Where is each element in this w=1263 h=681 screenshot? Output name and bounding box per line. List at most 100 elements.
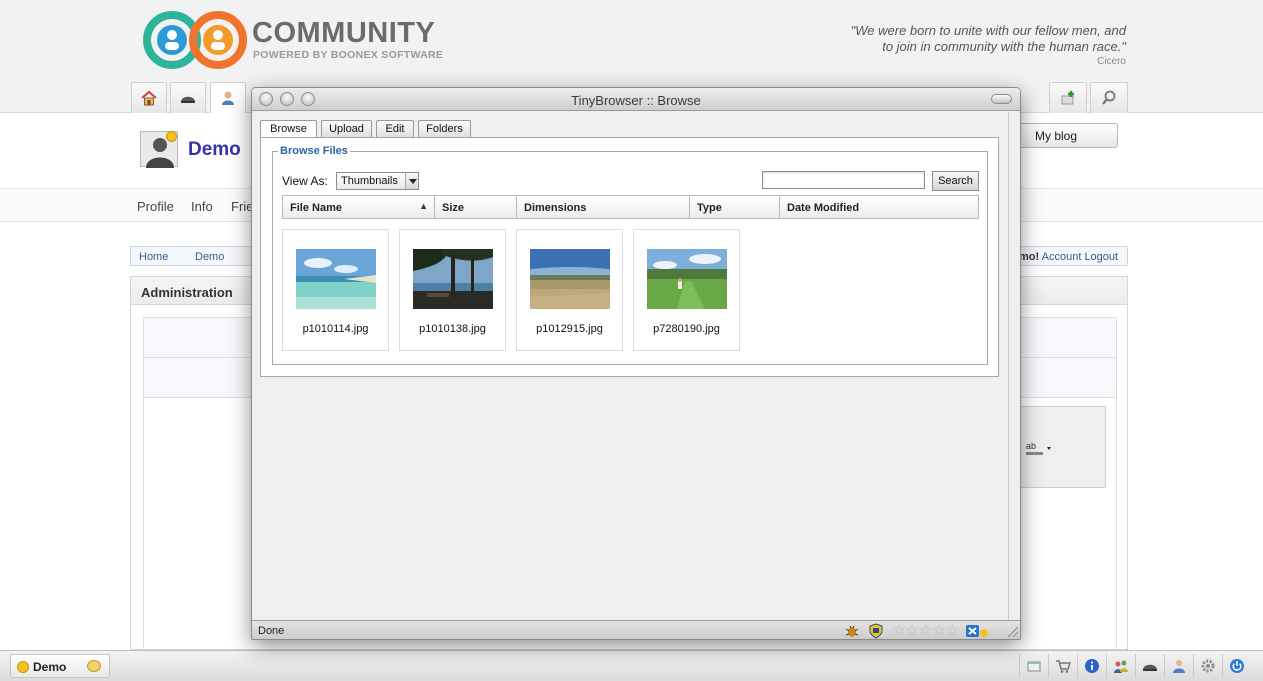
status-icons: ☆ ☆ ☆ ☆ ☆ (844, 623, 991, 639)
brand-name: COMMUNITY (252, 17, 436, 49)
home-icon (141, 90, 157, 106)
browse-files-legend: Browse Files (278, 145, 350, 157)
nav-tab-add[interactable] (1049, 82, 1087, 113)
thumbnail-image-beach (296, 249, 376, 309)
administration-title: Administration (141, 285, 233, 300)
chat-icon[interactable] (87, 660, 101, 672)
status-text: Done (258, 625, 285, 637)
bug-icon[interactable] (844, 623, 860, 639)
file-thumbnail[interactable]: p1012915.jpg (516, 229, 623, 351)
tray-helmet-button[interactable] (1135, 654, 1164, 678)
site-logo[interactable]: COMMUNITY POWERED BY BOONEX SOFTWARE (143, 11, 453, 71)
logout-link[interactable]: Logout (1084, 251, 1118, 263)
window-scrollbar[interactable] (1008, 112, 1020, 620)
thumbnail-image-pines (413, 249, 493, 309)
security-shield-icon[interactable] (868, 623, 884, 639)
tab-upload[interactable]: Upload (321, 120, 372, 138)
search-icon (1102, 90, 1116, 105)
online-status-icon (17, 661, 29, 673)
subnav-info[interactable]: Info (191, 199, 213, 214)
nav-tab-helmet[interactable] (170, 82, 206, 113)
search-input[interactable] (762, 171, 925, 189)
view-as-select[interactable]: Thumbnails (336, 172, 419, 190)
bottom-tray: Demo (0, 650, 1263, 681)
file-thumbnail[interactable]: p7280190.jpg (633, 229, 740, 351)
file-table-header: File Name ▲ Size Dimensions Type Date Mo… (282, 195, 979, 219)
profile-name[interactable]: Demo (188, 139, 241, 161)
window-titlebar[interactable]: TinyBrowser :: Browse (252, 88, 1020, 111)
window-icon (1027, 661, 1041, 672)
header-quote: "We were born to unite with our fellow m… (806, 23, 1126, 55)
info-icon (1085, 659, 1099, 673)
quote-line-2: to join in community with the human race… (882, 39, 1126, 54)
people-icon (1114, 660, 1128, 673)
rating-star-icon[interactable]: ☆ (919, 623, 932, 639)
account-bar: mo! Account Logout (1016, 246, 1128, 266)
rating-star-icon[interactable]: ☆ (892, 623, 905, 639)
search-button[interactable]: Search (932, 171, 979, 191)
tray-icons (1019, 654, 1251, 678)
tab-folders[interactable]: Folders (418, 120, 471, 138)
helmet-icon (181, 96, 195, 103)
window-statusbar: Done ☆ ☆ ☆ ☆ ☆ (252, 620, 1020, 639)
account-link[interactable]: Account (1042, 251, 1082, 263)
column-dimensions[interactable]: Dimensions (517, 196, 690, 218)
file-name: p1010138.jpg (419, 323, 486, 335)
helmet-icon (1143, 664, 1157, 671)
user-icon (1173, 660, 1185, 673)
breadcrumb-home[interactable]: Home (139, 251, 168, 263)
account-greeting: mo! (1019, 251, 1040, 263)
column-type[interactable]: Type (690, 196, 780, 218)
file-name: p1012915.jpg (536, 323, 603, 335)
tray-info-button[interactable] (1077, 654, 1106, 678)
nav-tab-profile[interactable] (210, 82, 246, 113)
editor-toolbar: ab (1020, 406, 1106, 488)
nav-tab-home[interactable] (131, 82, 167, 113)
rating-star-icon[interactable]: ☆ (946, 623, 959, 639)
file-thumbnail[interactable]: p1010114.jpg (282, 229, 389, 351)
svg-text:ab: ab (1026, 441, 1036, 451)
tray-settings-button[interactable] (1193, 654, 1222, 678)
tab-edit[interactable]: Edit (376, 120, 414, 138)
resize-grip-icon[interactable] (1008, 627, 1018, 637)
my-blog-button[interactable]: My blog (1016, 123, 1118, 148)
spellcheck-icon[interactable]: ab (1025, 439, 1055, 457)
view-as-value: Thumbnails (341, 175, 398, 187)
file-name: p1010114.jpg (302, 323, 369, 335)
power-icon (1230, 659, 1244, 673)
tray-user-profile-button[interactable] (1164, 654, 1193, 678)
gear-icon (1201, 659, 1215, 673)
rating-star-icon[interactable]: ☆ (932, 623, 945, 639)
file-name: p7280190.jpg (653, 323, 720, 335)
cart-icon (1056, 660, 1071, 673)
window-title: TinyBrowser :: Browse (571, 93, 701, 108)
nav-tab-search[interactable] (1090, 82, 1128, 113)
user-icon (222, 91, 234, 105)
browse-files-fieldset: Browse Files View As: Thumbnails Search … (272, 145, 988, 365)
column-size[interactable]: Size (435, 196, 517, 218)
column-file-name[interactable]: File Name ▲ (283, 196, 435, 218)
chevron-down-icon (405, 173, 418, 189)
subnav-profile[interactable]: Profile (137, 199, 174, 214)
tray-user-name: Demo (33, 660, 67, 674)
tray-logout-button[interactable] (1222, 654, 1251, 678)
tray-user-button[interactable]: Demo (10, 654, 110, 678)
file-thumbnail[interactable]: p1010138.jpg (399, 229, 506, 351)
thumbnail-image-lawn (647, 249, 727, 309)
toolbar-toggle-icon[interactable] (991, 94, 1012, 104)
tray-cart-button[interactable] (1048, 654, 1077, 678)
online-status-icon (166, 131, 177, 142)
tinybrowser-window: TinyBrowser :: Browse Browse Upload Edit… (251, 87, 1021, 640)
rating-star-icon[interactable]: ☆ (905, 623, 918, 639)
quote-line-1: "We were born to unite with our fellow m… (850, 23, 1126, 38)
breadcrumb: Home Demo (130, 246, 255, 266)
tray-people-button[interactable] (1106, 654, 1135, 678)
view-as-label: View As: (282, 174, 328, 188)
breadcrumb-demo[interactable]: Demo (195, 251, 224, 263)
addon-icon[interactable] (965, 623, 991, 639)
tray-window-button[interactable] (1019, 654, 1048, 678)
community-logo-icon (143, 11, 247, 69)
my-blog-label: My blog (1035, 128, 1078, 143)
column-date-modified[interactable]: Date Modified (780, 196, 978, 218)
column-file-name-label: File Name (290, 202, 342, 214)
